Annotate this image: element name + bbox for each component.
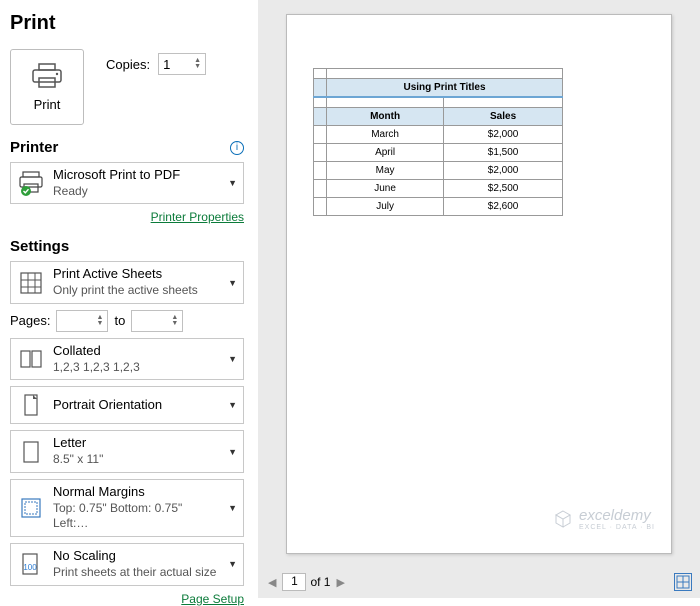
collate-icon xyxy=(17,345,45,373)
printer-section-head: Printer i xyxy=(10,139,244,156)
chevron-down-icon: ▼ xyxy=(228,278,237,288)
settings-section-head: Settings xyxy=(10,238,244,255)
table-row: July$2,600 xyxy=(314,197,563,215)
watermark-brand: exceldemy xyxy=(579,507,655,524)
copies-label: Copies: xyxy=(106,57,150,72)
chevron-down-icon: ▼ xyxy=(228,447,237,457)
page-title: Print xyxy=(10,12,244,35)
scope-line1: Print Active Sheets xyxy=(53,266,220,283)
printer-status: Ready xyxy=(53,184,220,200)
page-setup-link[interactable]: Page Setup xyxy=(10,592,244,606)
preview-area: Using Print Titles MonthSales March$2,00… xyxy=(258,0,700,570)
scaling-icon: 100 xyxy=(17,550,45,578)
copies-input[interactable]: 1 ▲▼ xyxy=(158,53,206,75)
margins-line1: Normal Margins xyxy=(53,484,220,501)
page-prev-button[interactable]: ◀ xyxy=(266,576,278,589)
margins-line2: Top: 0.75" Bottom: 0.75" Left:… xyxy=(53,501,220,532)
table-row: June$2,500 xyxy=(314,179,563,197)
collate-line2: 1,2,3 1,2,3 1,2,3 xyxy=(53,360,220,376)
pages-label: Pages: xyxy=(10,313,50,328)
page-next-button[interactable]: ▶ xyxy=(334,576,346,589)
portrait-icon xyxy=(17,391,45,419)
chevron-down-icon: ▼ xyxy=(228,400,237,410)
collate-line1: Collated xyxy=(53,343,220,360)
cube-icon xyxy=(553,509,573,529)
chevron-down-icon: ▼ xyxy=(228,559,237,569)
pager: ◀ 1 of 1 ▶ xyxy=(258,570,700,598)
zoom-to-page-button[interactable] xyxy=(674,573,692,591)
svg-text:100: 100 xyxy=(23,563,37,572)
preview-panel: Using Print Titles MonthSales March$2,00… xyxy=(258,0,700,598)
orientation-select[interactable]: Portrait Orientation ▼ xyxy=(10,386,244,424)
printer-status-icon xyxy=(17,169,45,197)
print-button[interactable]: Print xyxy=(10,49,84,125)
printer-properties-link[interactable]: Printer Properties xyxy=(10,210,244,224)
paper-line1: Letter xyxy=(53,435,220,452)
copies-group: Copies: 1 ▲▼ xyxy=(106,53,206,75)
spinner-arrows-icon[interactable]: ▲▼ xyxy=(194,58,201,70)
spinner-arrows-icon[interactable]: ▲▼ xyxy=(171,315,178,327)
pages-to-input[interactable]: ▲▼ xyxy=(131,310,183,332)
zoom-icon xyxy=(676,575,690,589)
paper-line2: 8.5" x 11" xyxy=(53,452,220,468)
table-row: May$2,000 xyxy=(314,161,563,179)
print-scope-select[interactable]: Print Active Sheets Only print the activ… xyxy=(10,261,244,303)
sheet-table: Using Print Titles MonthSales March$2,00… xyxy=(313,68,563,216)
margins-select[interactable]: Normal Margins Top: 0.75" Bottom: 0.75" … xyxy=(10,479,244,537)
table-row: March$2,000 xyxy=(314,125,563,143)
printer-icon xyxy=(31,63,63,89)
pages-from-input[interactable]: ▲▼ xyxy=(56,310,108,332)
copies-value: 1 xyxy=(163,57,170,72)
watermark: exceldemy EXCEL · DATA · BI xyxy=(553,507,655,531)
info-icon[interactable]: i xyxy=(230,141,244,155)
scaling-line2: Print sheets at their actual size xyxy=(53,565,220,581)
chevron-down-icon: ▼ xyxy=(228,178,237,188)
pages-range: Pages: ▲▼ to ▲▼ xyxy=(10,310,244,332)
page-total: of 1 xyxy=(310,575,330,589)
printer-name: Microsoft Print to PDF xyxy=(53,167,220,184)
table-title: Using Print Titles xyxy=(327,79,563,98)
col-head-1: Sales xyxy=(444,107,563,125)
scope-line2: Only print the active sheets xyxy=(53,283,220,299)
printer-heading: Printer xyxy=(10,139,58,156)
scaling-select[interactable]: 100 No Scaling Print sheets at their act… xyxy=(10,543,244,585)
printer-select[interactable]: Microsoft Print to PDF Ready ▼ xyxy=(10,162,244,204)
preview-page: Using Print Titles MonthSales March$2,00… xyxy=(286,14,672,554)
orientation-line1: Portrait Orientation xyxy=(53,397,220,414)
chevron-down-icon: ▼ xyxy=(228,503,237,513)
chevron-down-icon: ▼ xyxy=(228,354,237,364)
print-row: Print Copies: 1 ▲▼ xyxy=(10,49,244,125)
paper-icon xyxy=(17,438,45,466)
table-row: April$1,500 xyxy=(314,143,563,161)
settings-heading: Settings xyxy=(10,238,69,255)
sheets-icon xyxy=(17,269,45,297)
paper-select[interactable]: Letter 8.5" x 11" ▼ xyxy=(10,430,244,472)
collate-select[interactable]: Collated 1,2,3 1,2,3 1,2,3 ▼ xyxy=(10,338,244,380)
page-number-input[interactable]: 1 xyxy=(282,573,306,591)
watermark-tagline: EXCEL · DATA · BI xyxy=(579,524,655,531)
pages-to-label: to xyxy=(114,313,125,328)
print-button-label: Print xyxy=(34,97,61,112)
scaling-line1: No Scaling xyxy=(53,548,220,565)
print-side-panel: Print Print Copies: 1 ▲▼ Printer i Micro… xyxy=(0,0,258,598)
col-head-0: Month xyxy=(327,107,444,125)
margins-icon xyxy=(17,494,45,522)
spinner-arrows-icon[interactable]: ▲▼ xyxy=(97,315,104,327)
